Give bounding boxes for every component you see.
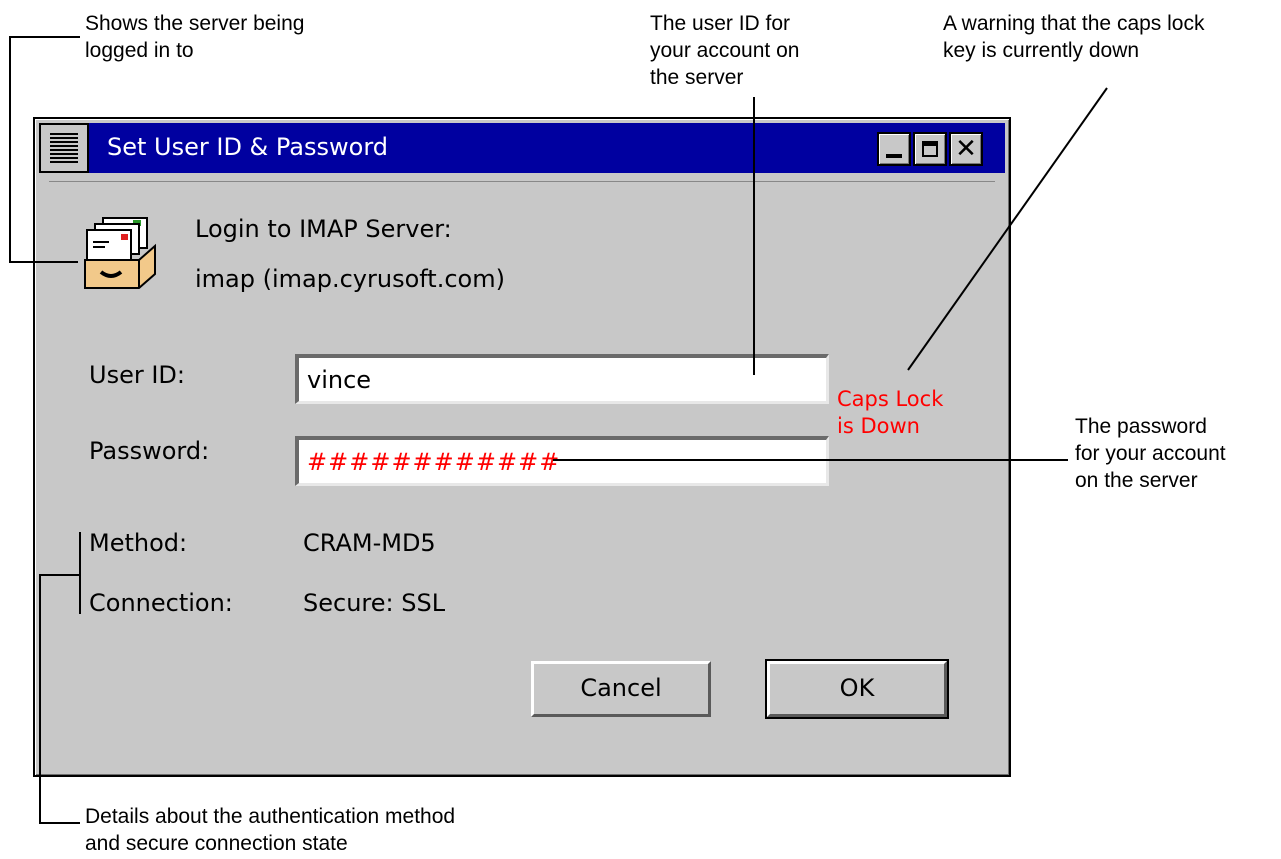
minimize-icon — [879, 134, 909, 164]
login-dialog-window: Set User ID & Password ✕ Login to IMAP S… — [33, 117, 1011, 777]
method-value: CRAM-MD5 — [303, 529, 436, 557]
maximize-icon — [915, 134, 945, 164]
method-label: Method: — [89, 529, 188, 557]
password-label: Password: — [89, 437, 210, 465]
server-name: imap (imap.cyrusoft.com) — [195, 265, 505, 293]
dialog-content: Login to IMAP Server: imap (imap.cyrusof… — [49, 181, 995, 761]
close-icon: ✕ — [955, 134, 977, 164]
caps-lock-warning: Caps Lock is Down — [837, 387, 944, 438]
annotation-caps-warning: A warning that the caps lock key is curr… — [943, 12, 1205, 62]
server-heading: Login to IMAP Server: — [195, 215, 452, 243]
menu-icon — [50, 133, 78, 163]
window-menu-button[interactable] — [39, 123, 89, 173]
close-button[interactable]: ✕ — [949, 132, 983, 166]
mail-server-icon — [84, 217, 156, 289]
minimize-button[interactable] — [877, 132, 911, 166]
connection-value: Secure: SSL — [303, 589, 446, 617]
user-id-label: User ID: — [89, 361, 185, 389]
annotation-user-id: The user ID for your account on the serv… — [650, 12, 800, 89]
annotation-details: Details about the authentication method … — [85, 805, 456, 855]
annotation-server: Shows the server being logged in to — [85, 12, 305, 62]
connection-label: Connection: — [89, 589, 233, 617]
ok-button[interactable]: OK — [765, 659, 949, 719]
cancel-button[interactable]: Cancel — [531, 661, 711, 717]
annotation-password: The password for your account on the ser… — [1075, 415, 1226, 492]
title-bar[interactable]: Set User ID & Password ✕ — [39, 123, 1005, 173]
user-id-field[interactable]: vince — [295, 354, 829, 404]
password-field[interactable]: ############ — [295, 436, 829, 486]
window-title: Set User ID & Password — [107, 133, 389, 161]
maximize-button[interactable] — [913, 132, 947, 166]
